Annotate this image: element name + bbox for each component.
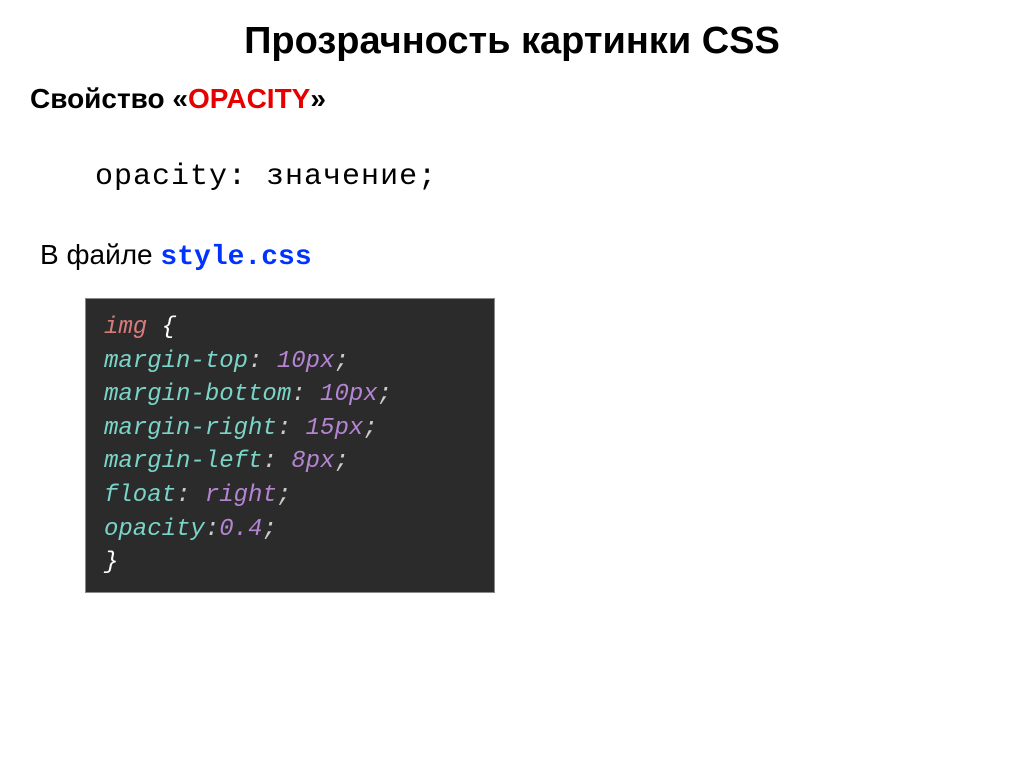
code-property: margin-right bbox=[104, 415, 277, 442]
syntax-property: opacity: bbox=[95, 160, 247, 194]
code-close-brace-line: } bbox=[104, 546, 476, 580]
code-colon: : bbox=[262, 448, 291, 475]
code-value: 10px bbox=[320, 381, 378, 408]
code-semicolon: ; bbox=[363, 415, 377, 442]
code-semicolon: ; bbox=[334, 448, 348, 475]
code-property: margin-top bbox=[104, 348, 248, 375]
code-selector-line: img { bbox=[104, 311, 476, 345]
code-value: 0.4 bbox=[219, 516, 262, 543]
syntax-example: opacity: значение; bbox=[95, 160, 994, 194]
code-colon: : bbox=[248, 348, 277, 375]
file-ref-filename: style.css bbox=[160, 242, 311, 273]
subtitle-highlight: OPACITY bbox=[188, 83, 310, 114]
file-reference: В файле style.css bbox=[40, 239, 994, 273]
code-rule-line: margin-bottom: 10px; bbox=[104, 378, 476, 412]
code-property: opacity bbox=[104, 516, 205, 543]
code-value: 8px bbox=[291, 448, 334, 475]
css-code-block: img { margin-top: 10px; margin-bottom: 1… bbox=[85, 298, 495, 593]
code-property: margin-left bbox=[104, 448, 262, 475]
code-close-brace: } bbox=[104, 549, 118, 576]
code-rule-line: margin-top: 10px; bbox=[104, 345, 476, 379]
code-value: 10px bbox=[277, 348, 335, 375]
code-rule-line: opacity:0.4; bbox=[104, 513, 476, 547]
code-value: right bbox=[205, 482, 277, 509]
code-rule-line: margin-left: 8px; bbox=[104, 445, 476, 479]
syntax-value: значение; bbox=[266, 160, 437, 194]
code-property: margin-bottom bbox=[104, 381, 291, 408]
code-property: float bbox=[104, 482, 176, 509]
page-title: Прозрачность картинки CSS bbox=[30, 20, 994, 63]
file-ref-prefix: В файле bbox=[40, 239, 160, 270]
code-semicolon: ; bbox=[262, 516, 276, 543]
property-subtitle: Свойство «OPACITY» bbox=[30, 83, 994, 115]
code-rule-line: margin-right: 15px; bbox=[104, 412, 476, 446]
code-colon: : bbox=[277, 415, 306, 442]
code-semicolon: ; bbox=[334, 348, 348, 375]
code-value: 15px bbox=[306, 415, 364, 442]
code-open-brace: { bbox=[147, 314, 176, 341]
code-colon: : bbox=[205, 516, 219, 543]
code-semicolon: ; bbox=[277, 482, 291, 509]
code-semicolon: ; bbox=[378, 381, 392, 408]
subtitle-prefix: Свойство « bbox=[30, 83, 188, 114]
code-colon: : bbox=[291, 381, 320, 408]
subtitle-suffix: » bbox=[310, 83, 326, 114]
code-selector: img bbox=[104, 314, 147, 341]
code-colon: : bbox=[176, 482, 205, 509]
code-rule-line: float: right; bbox=[104, 479, 476, 513]
